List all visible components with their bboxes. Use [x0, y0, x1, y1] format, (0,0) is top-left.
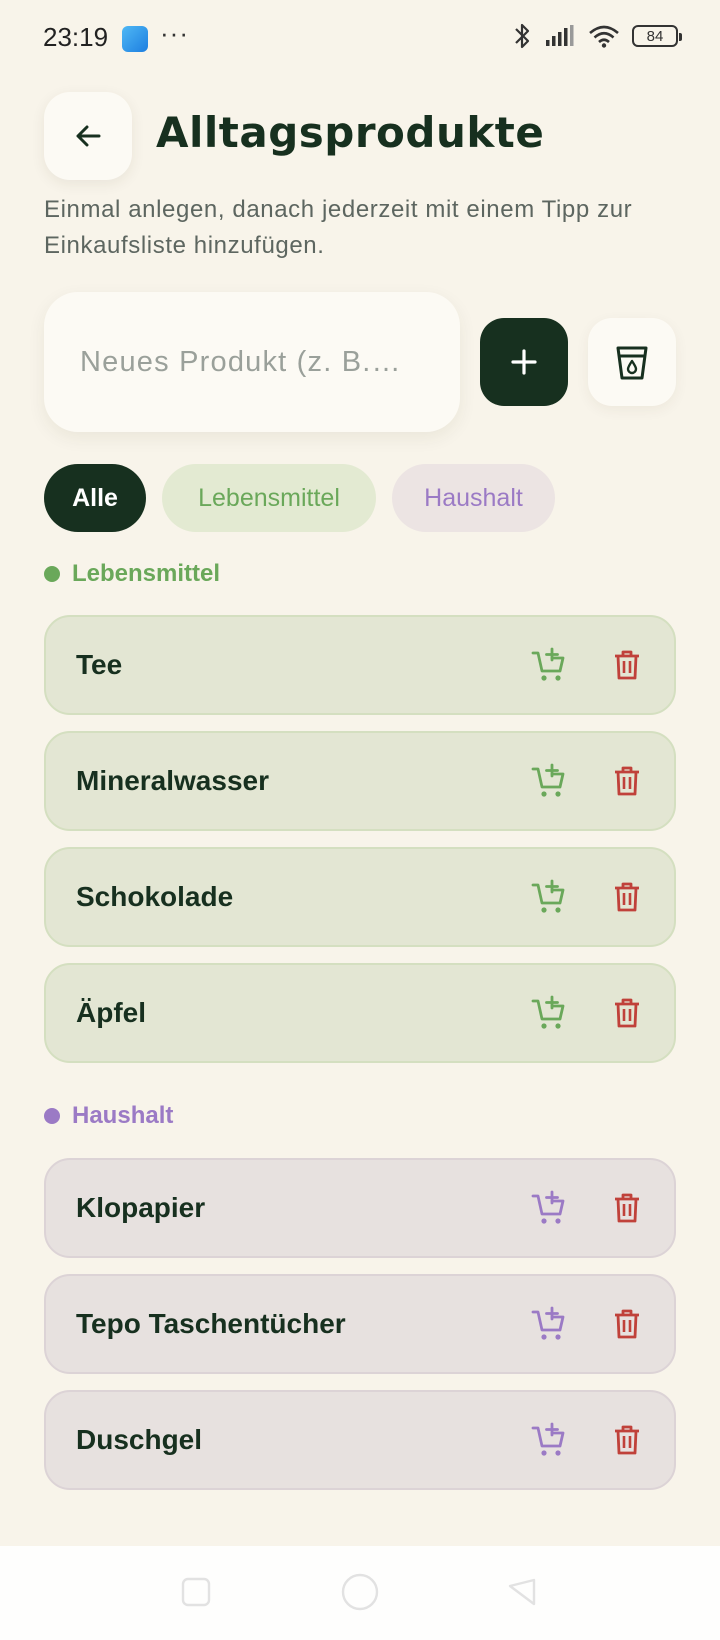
category-dot-icon: [44, 1108, 60, 1124]
section-header-lebensmittel: Lebensmittel: [44, 560, 220, 588]
delete-button[interactable]: [608, 878, 646, 916]
product-name: Schokolade: [76, 881, 234, 912]
delete-button[interactable]: [608, 762, 646, 800]
delete-button[interactable]: [608, 646, 646, 684]
cart-plus-icon: [531, 1306, 565, 1340]
list-item: Mineralwasser: [44, 731, 676, 831]
add-to-cart-button[interactable]: [530, 1305, 568, 1343]
filter-chip-all[interactable]: Alle: [44, 464, 146, 532]
cart-plus-icon: [531, 995, 565, 1029]
cart-plus-icon: [531, 763, 565, 797]
add-to-cart-button[interactable]: [530, 878, 568, 916]
battery-level: 84: [646, 27, 664, 45]
battery-icon: 84: [632, 25, 682, 47]
delete-button[interactable]: [608, 1189, 646, 1227]
page-subtitle: Einmal anlegen, danach jederzeit mit ein…: [44, 196, 633, 259]
delete-button[interactable]: [608, 1421, 646, 1459]
add-to-cart-button[interactable]: [530, 1189, 568, 1227]
product-name: Duschgel: [76, 1424, 203, 1455]
cart-plus-icon: [531, 647, 565, 681]
trash-icon: [615, 650, 639, 680]
new-product-input[interactable]: [44, 292, 460, 432]
trash-icon: [615, 766, 639, 796]
list-item: Duschgel: [44, 1390, 676, 1490]
waste-bin-button[interactable]: [588, 318, 676, 406]
cart-plus-icon: [531, 879, 565, 913]
delete-button[interactable]: [608, 1305, 646, 1343]
add-to-cart-button[interactable]: [530, 646, 568, 684]
arrow-left-icon: [76, 125, 101, 147]
status-time: 23:19: [43, 22, 109, 52]
section-title: Haushalt: [72, 1102, 174, 1129]
section-title: Lebensmittel: [72, 560, 221, 587]
list-item: Tepo Taschentücher: [44, 1274, 676, 1374]
product-name: Mineralwasser: [76, 765, 269, 796]
trash-icon: [615, 1309, 639, 1339]
home-button[interactable]: [340, 1572, 380, 1612]
product-name: Äpfel: [76, 997, 146, 1028]
trash-icon: [615, 882, 639, 912]
system-navigation-bar: [0, 1546, 720, 1640]
list-item: Klopapier: [44, 1158, 676, 1258]
cart-plus-icon: [531, 1190, 565, 1224]
trash-icon: [615, 998, 639, 1028]
more-notifications-icon: ···: [160, 18, 189, 48]
app-notification-icon: [122, 26, 148, 52]
product-name: Tepo Taschentücher: [76, 1308, 346, 1339]
add-to-cart-button[interactable]: [530, 994, 568, 1032]
wifi-icon: [589, 25, 619, 48]
list-item: Schokolade: [44, 847, 676, 947]
delete-button[interactable]: [608, 994, 646, 1032]
status-bar: 23:19 ··· 84: [0, 0, 720, 80]
filter-chip-lebensmittel[interactable]: Lebensmittel: [162, 464, 376, 532]
bin-icon: [616, 346, 648, 380]
add-to-cart-button[interactable]: [530, 1421, 568, 1459]
product-name: Klopapier: [76, 1192, 206, 1223]
category-dot-icon: [44, 566, 60, 582]
signal-icon: [546, 25, 574, 46]
trash-icon: [615, 1193, 639, 1223]
cart-plus-icon: [531, 1422, 565, 1456]
product-name: Tee: [76, 649, 123, 680]
list-item: Äpfel: [44, 963, 676, 1063]
filter-chip-haushalt[interactable]: Haushalt: [392, 464, 555, 532]
page-title: Alltagsprodukte: [156, 108, 545, 157]
bluetooth-icon: [515, 23, 530, 49]
trash-icon: [615, 1425, 639, 1455]
add-product-button[interactable]: [480, 318, 568, 406]
recent-apps-button[interactable]: [180, 1576, 212, 1608]
section-header-haushalt: Haushalt: [44, 1102, 173, 1130]
status-icons: 84: [512, 22, 682, 50]
plus-icon: [511, 349, 537, 375]
back-nav-button[interactable]: [506, 1576, 538, 1608]
list-item: Tee: [44, 615, 676, 715]
back-button[interactable]: [44, 92, 132, 180]
add-to-cart-button[interactable]: [530, 762, 568, 800]
